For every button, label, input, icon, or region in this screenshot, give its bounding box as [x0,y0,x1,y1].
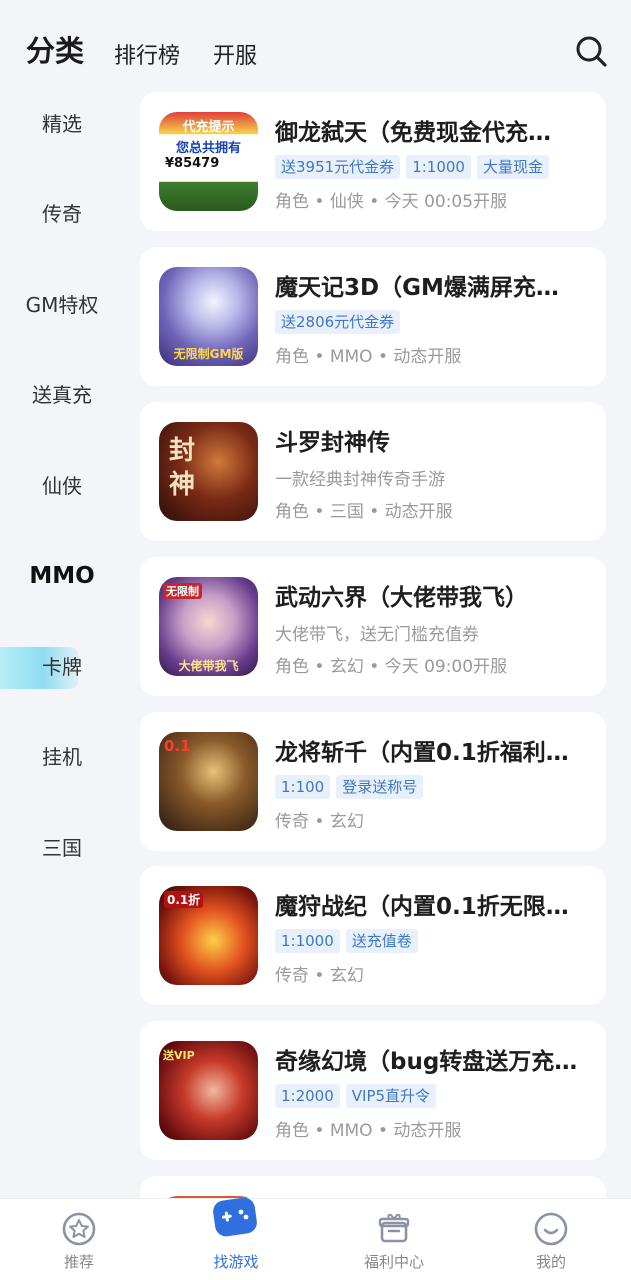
nav-welfare-center[interactable]: 福利中心 [334,1199,454,1280]
game-title: 奇缘幻境（bug转盘送万充… [275,1049,578,1075]
game-card[interactable]: 无限制GM版 魔天记3D（GM爆满屏充… 送2806元代金券 角色 • MMO … [140,247,606,386]
game-meta: 角色 • MMO • 动态开服 [275,347,462,367]
game-title: 龙将斩千（内置0.1折福利… [275,740,569,766]
game-title: 魔天记3D（GM爆满屏充… [275,275,559,301]
sidebar-item-featured[interactable]: 精选 [0,104,124,144]
nav-label: 福利中心 [363,1253,424,1271]
game-tag: 送3951元代金券 [275,155,401,179]
game-card[interactable]: 无限制 大佬带我飞 武动六界（大佬带我飞） 大佬带飞，送无门槛充值券 角色 • … [140,557,606,696]
game-card[interactable]: 送VIP 奇缘幻境（bug转盘送万充… 1:2000 VIP5直升令 角色 • … [140,1021,606,1160]
thumb-caption: 封神 [169,436,196,500]
game-title: 御龙弑天（免费现金代充… [275,120,551,146]
game-tag: 送2806元代金券 [275,310,401,334]
game-meta: 角色 • MMO • 动态开服 [275,1121,462,1141]
game-card[interactable]: 0.1 龙将斩千（内置0.1折福利… 1:100 登录送称号 传奇 • 玄幻 [140,712,606,851]
sidebar-item-gm[interactable]: GM特权 [0,285,124,325]
game-card[interactable]: 代充提示 您总共拥有 ¥85479 御龙弑天（免费现金代充… 送3951元代金券… [140,92,606,231]
game-title: 斗罗封神传 [275,430,390,456]
game-tag: 1:1000 [406,155,471,179]
nav-mine[interactable]: 我的 [491,1199,611,1280]
game-thumbnail: 无限制GM版 [159,267,258,366]
sidebar-item-idle[interactable]: 挂机 [0,737,124,777]
game-meta: 角色 • 仙侠 • 今天 00:05开服 [275,192,508,212]
game-thumbnail: 0.1 [159,732,258,831]
thumb-caption: 0.1折 [164,891,204,908]
sidebar-item-real-recharge[interactable]: 送真充 [0,375,124,415]
game-description: 一款经典封神传奇手游 [275,470,445,490]
nav-find-games[interactable]: 找游戏 [176,1197,296,1280]
thumb-caption: 0.1 [164,737,191,755]
sidebar-item-mmo[interactable]: MMO [0,556,124,596]
game-title: 魔狩战纪（内置0.1折无限… [275,894,569,920]
game-tags: 送2806元代金券 [275,310,401,334]
bottom-navigation: 推荐 找游戏 福利中心 我的 [0,1197,631,1280]
gift-icon [378,1213,410,1243]
game-tag: VIP5直升令 [345,1084,437,1108]
star-icon [62,1212,96,1246]
tab-server-open[interactable]: 开服 [213,38,257,70]
thumb-caption: 无限制 [163,583,202,599]
game-tags: 1:1000 送充值卷 [275,929,418,953]
game-tag: 1:2000 [275,1084,340,1108]
thumb-caption: 送VIP [163,1049,195,1062]
thumb-caption: ¥85479 [165,156,220,171]
game-thumbnail: 封神 [159,422,258,521]
game-description: 大佬带飞，送无门槛充值券 [275,625,479,645]
game-tag: 1:100 [275,775,331,799]
nav-recommend[interactable]: 推荐 [19,1199,139,1280]
gamepad-icon [213,1197,257,1237]
top-tab-bar: 分类 排行榜 开服 [0,0,631,92]
sidebar-item-xianxia[interactable]: 仙侠 [0,466,124,506]
sidebar-item-legend[interactable]: 传奇 [0,194,124,234]
game-tags: 1:2000 VIP5直升令 [275,1084,437,1108]
game-tag: 1:1000 [275,929,340,953]
nav-label: 我的 [535,1253,566,1271]
game-card[interactable]: 封神 斗罗封神传 一款经典封神传奇手游 角色 • 三国 • 动态开服 [140,402,606,541]
game-tags: 1:100 登录送称号 [275,775,424,799]
sidebar-item-card[interactable]: 卡牌 [0,647,124,687]
game-tag: 送充值卷 [345,929,418,953]
smiley-icon [534,1212,568,1246]
game-meta: 传奇 • 玄幻 [275,966,364,986]
game-tag: 大量现金 [476,155,549,179]
sidebar-item-three-kingdoms[interactable]: 三国 [0,828,124,868]
tab-ranking[interactable]: 排行榜 [114,38,180,70]
game-thumbnail: 无限制 大佬带我飞 [159,577,258,676]
tab-category[interactable]: 分类 [26,28,84,70]
game-thumbnail: 代充提示 您总共拥有 ¥85479 [159,112,258,211]
thumb-caption: 无限制GM版 [173,347,244,361]
nav-label: 找游戏 [213,1253,259,1271]
category-sidebar: 精选 传奇 GM特权 送真充 仙侠 MMO 卡牌 挂机 三国 [0,92,124,1198]
game-meta: 角色 • 三国 • 动态开服 [275,502,453,522]
thumb-caption: 您总共拥有 [175,141,241,156]
game-card[interactable]: 0.1折 魔狩战纪（内置0.1折无限… 1:1000 送充值卷 传奇 • 玄幻 [140,866,606,1005]
nav-label: 推荐 [63,1253,94,1271]
thumb-caption: 代充提示 [182,120,235,135]
game-tag: 登录送称号 [336,775,424,799]
search-icon [576,36,607,67]
game-thumbnail: 送VIP [159,1041,258,1140]
game-title: 武动六界（大佬带我飞） [275,585,528,611]
thumb-caption: 大佬带我飞 [178,659,239,673]
game-tags: 送3951元代金券 1:1000 大量现金 [275,155,549,179]
game-meta: 传奇 • 玄幻 [275,812,364,832]
game-meta: 角色 • 玄幻 • 今天 09:00开服 [275,657,508,677]
game-thumbnail: 0.1折 [159,886,258,985]
search-button[interactable] [574,34,608,68]
